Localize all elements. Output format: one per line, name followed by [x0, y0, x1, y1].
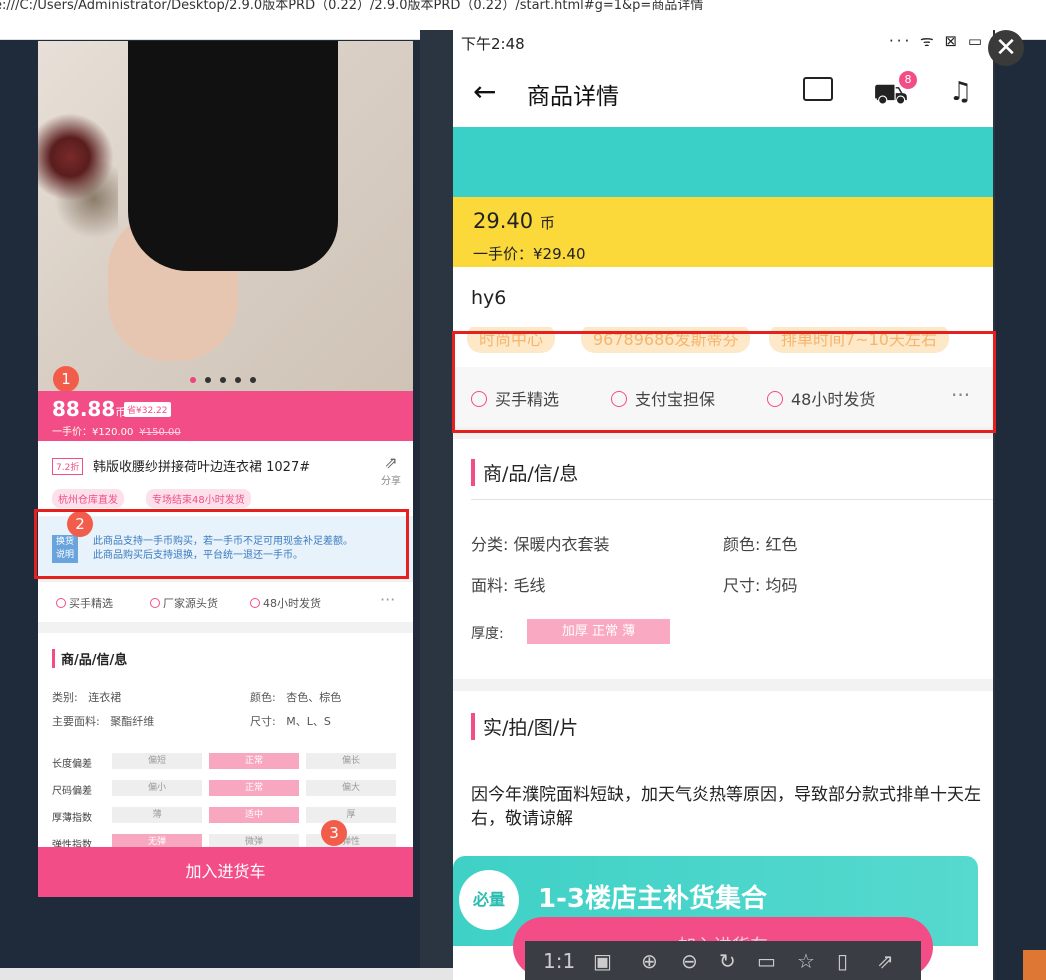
black-lace-top	[128, 41, 338, 271]
image-viewer-toolbar: 1:1 ▣ ⊕ ⊖ ↻ ▭ ☆ ▯ ⇗	[525, 941, 921, 980]
price: 29.40 币	[473, 209, 555, 233]
flower-decoration	[38, 101, 118, 241]
zoom-out-icon[interactable]: ⊖	[681, 949, 698, 973]
kv-item: 分类: 保暖内衣套装	[471, 535, 610, 554]
thickness-label: 厚度:	[471, 626, 504, 642]
status-bar: 下午2:48 ··· ᯤ ⊠ ▭	[453, 27, 993, 57]
carousel-dot[interactable]	[250, 377, 256, 383]
price-bar: 88.88币 省¥32.22 一手价：¥120.00 ¥150.00	[38, 391, 413, 441]
headset-icon[interactable]: ♫	[949, 77, 972, 107]
feature: 48小时发货	[250, 595, 321, 611]
grid-row: 长度偏差 偏短 正常 偏长	[52, 753, 412, 770]
section-title: 商/品/信/息	[471, 459, 578, 486]
rotate-icon[interactable]: ↻	[719, 949, 736, 973]
zoom-in-icon[interactable]: ⊕	[641, 949, 658, 973]
phone-icon[interactable]: ▯	[837, 949, 848, 973]
section-title: 商/品/信/息	[52, 649, 127, 668]
horizontal-scrollbar[interactable]	[0, 968, 453, 980]
feature: 厂家源头货	[150, 595, 218, 611]
highlight-box-right	[452, 331, 996, 433]
banner-seal: 必量	[459, 870, 519, 930]
share-icon[interactable]: ⇗	[877, 949, 894, 973]
save-badge: 省¥32.22	[124, 402, 171, 417]
price-bar: 29.40 币 一手价：¥29.40	[453, 197, 993, 267]
discount-badge: 7.2折	[52, 458, 84, 475]
kv-item: 颜色: 红色	[723, 535, 798, 554]
check-circle-icon	[56, 598, 66, 608]
promo-image	[453, 127, 993, 197]
kv-item: 尺寸: M、L、S	[250, 715, 331, 728]
carousel-dot[interactable]	[190, 377, 196, 383]
image-download-icon[interactable]	[803, 77, 833, 101]
annotation-marker-1: 1	[53, 366, 79, 392]
thickness-options[interactable]: 加厚 正常 薄	[527, 619, 670, 644]
kv-item: 尺寸: 均码	[723, 576, 798, 595]
fit-screen-icon[interactable]: ▣	[593, 949, 612, 973]
share-icon: ⇗	[384, 453, 398, 472]
carousel-dot[interactable]	[220, 377, 226, 383]
back-arrow-icon[interactable]: ←	[473, 75, 496, 108]
banner-text: 1-3楼店主补货集合	[538, 884, 767, 914]
cart-badge: 8	[899, 71, 917, 89]
divider	[471, 499, 993, 500]
clock: 下午2:48	[461, 35, 525, 53]
tag: 专场结束48小时发货	[146, 489, 251, 508]
title-section: 7.2折 韩版收腰纱拼接荷叶边连衣裙 1027# ⇗ 分享 杭州仓库直发 专场结…	[38, 441, 413, 516]
highlight-box-left	[34, 509, 409, 579]
grid-row: 厚薄指数 薄 适中 厚	[52, 807, 412, 824]
tag: 杭州仓库直发	[52, 489, 124, 508]
carousel-dots[interactable]	[190, 377, 256, 383]
check-circle-icon	[150, 598, 160, 608]
carousel-dot[interactable]	[235, 377, 241, 383]
kv-item: 类别: 连衣裙	[52, 691, 122, 704]
product-title: 韩版收腰纱拼接荷叶边连衣裙 1027#	[93, 460, 311, 475]
check-circle-icon	[250, 598, 260, 608]
feature: 买手精选	[56, 595, 113, 611]
kv-item: 面料: 毛线	[471, 576, 546, 595]
more-icon[interactable]: ···	[380, 590, 395, 609]
kv-item: 主要面料: 聚酯纤维	[52, 715, 155, 728]
price: 88.88币	[52, 397, 127, 421]
product-info: 商/品/信/息 分类: 保暖内衣套装 颜色: 红色 面料: 毛线 尺寸: 均码 …	[453, 439, 993, 679]
ratio-button[interactable]: 1:1	[543, 949, 575, 973]
right-product-page: 下午2:48 ··· ᯤ ⊠ ▭ ← 商品详情 ⛟ 8 ♫ 29.40 币 一手…	[453, 27, 993, 980]
left-product-page: 1 88.88币 省¥32.22 一手价：¥120.00 ¥150.00 7.2折…	[38, 41, 413, 897]
one-hand-price: 一手价：¥120.00 ¥150.00	[52, 427, 181, 438]
add-to-cart-button[interactable]: 加入进货车	[38, 847, 413, 897]
feature-row: 买手精选 厂家源头货 48小时发货 ···	[38, 582, 413, 622]
product-name: hy6	[453, 267, 993, 327]
share-button[interactable]: ⇗ 分享	[381, 453, 401, 487]
product-photo[interactable]	[38, 41, 413, 391]
page-title: 商品详情	[527, 84, 619, 110]
url-text[interactable]: e:///C:/Users/Administrator/Desktop/2.9.…	[0, 0, 703, 13]
tray-icon	[1023, 950, 1046, 980]
grid-row: 尺码偏差 偏小 正常 偏大	[52, 780, 412, 797]
annotation-marker-3: 3	[321, 820, 347, 846]
kv-item: 颜色: 杏色、棕色	[250, 691, 342, 704]
nav-bar: ← 商品详情 ⛟ 8 ♫	[453, 57, 993, 127]
description: 因今年濮院面料短缺，加天气炎热等原因，导致部分款式排单十天左右，敬请谅解	[471, 785, 981, 829]
bookmark-icon[interactable]: ☆	[797, 949, 815, 973]
status-icons: ··· ᯤ ⊠ ▭	[888, 32, 985, 50]
share-label: 分享	[381, 476, 401, 487]
one-hand-price: 一手价：¥29.40	[473, 245, 586, 263]
carousel-dot[interactable]	[205, 377, 211, 383]
section-title: 实/拍/图/片	[471, 713, 578, 740]
save-icon[interactable]: ▭	[757, 949, 776, 973]
close-button[interactable]: ✕	[988, 30, 1024, 66]
